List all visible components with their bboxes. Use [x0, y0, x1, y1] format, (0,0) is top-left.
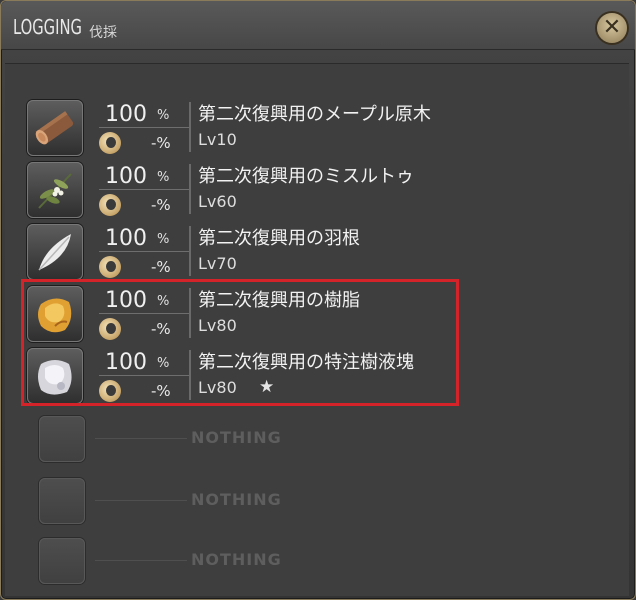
divider [189, 226, 191, 276]
empty-slot-label: NOTHING [191, 550, 282, 569]
window-subtitle: 伐採 [89, 25, 117, 41]
empty-item-slot [39, 416, 85, 462]
item-level: Lv70 [198, 254, 237, 273]
divider [189, 102, 191, 152]
window-title: LOGGING [13, 15, 82, 39]
item-icon-frame[interactable] [27, 224, 83, 280]
gather-item-row[interactable]: 100 % -% 第二次復興用のメープル原木 Lv10 [5, 96, 625, 158]
item-name: 第二次復興用の羽根 [198, 228, 360, 249]
gather-chance: 100 [105, 102, 147, 127]
item-level: Lv10 [198, 130, 237, 149]
hq-chance: -% [151, 196, 171, 214]
close-button[interactable]: ✕ [597, 13, 627, 43]
empty-slot-label: NOTHING [191, 490, 282, 509]
hq-chance-icon [99, 194, 121, 216]
gather-chance: 100 [105, 164, 147, 189]
empty-item-slot [39, 478, 85, 524]
item-icon-frame[interactable] [27, 162, 83, 218]
title-bar[interactable]: LOGGING 伐採 ✕ [1, 1, 635, 50]
empty-slot-row: NOTHING [5, 408, 625, 470]
gather-item-row[interactable]: 100 % -% 第二次復興用の羽根 Lv70 [5, 220, 625, 282]
hq-chance-icon [99, 132, 121, 154]
log-icon [35, 111, 74, 145]
divider [99, 127, 189, 128]
percent-sign: % [157, 232, 170, 247]
empty-slot-row: NOTHING [5, 530, 625, 592]
empty-slot-label: NOTHING [191, 428, 282, 447]
item-name: 第二次復興用のミスルトゥ [198, 166, 414, 187]
hq-chance: -% [151, 258, 171, 276]
mistletoe-icon [38, 173, 72, 209]
item-name: 第二次復興用のメープル原木 [198, 104, 431, 125]
close-icon: ✕ [602, 15, 622, 40]
empty-item-slot [39, 538, 85, 584]
percent-sign: % [157, 170, 170, 185]
divider [95, 438, 187, 439]
highlight-box [21, 279, 459, 406]
divider [95, 500, 187, 501]
hq-chance: -% [151, 134, 171, 152]
gather-chance: 100 [105, 226, 147, 251]
item-level: Lv60 [198, 192, 237, 211]
hq-chance-icon [99, 256, 121, 278]
gather-item-row[interactable]: 100 % -% 第二次復興用のミスルトゥ Lv60 [5, 158, 625, 220]
divider [95, 560, 187, 561]
empty-slot-row: NOTHING [5, 470, 625, 532]
feather-icon [38, 234, 71, 271]
divider [189, 164, 191, 214]
divider [99, 189, 189, 190]
divider [99, 251, 189, 252]
percent-sign: % [157, 108, 170, 123]
item-icon-frame[interactable] [27, 100, 83, 156]
